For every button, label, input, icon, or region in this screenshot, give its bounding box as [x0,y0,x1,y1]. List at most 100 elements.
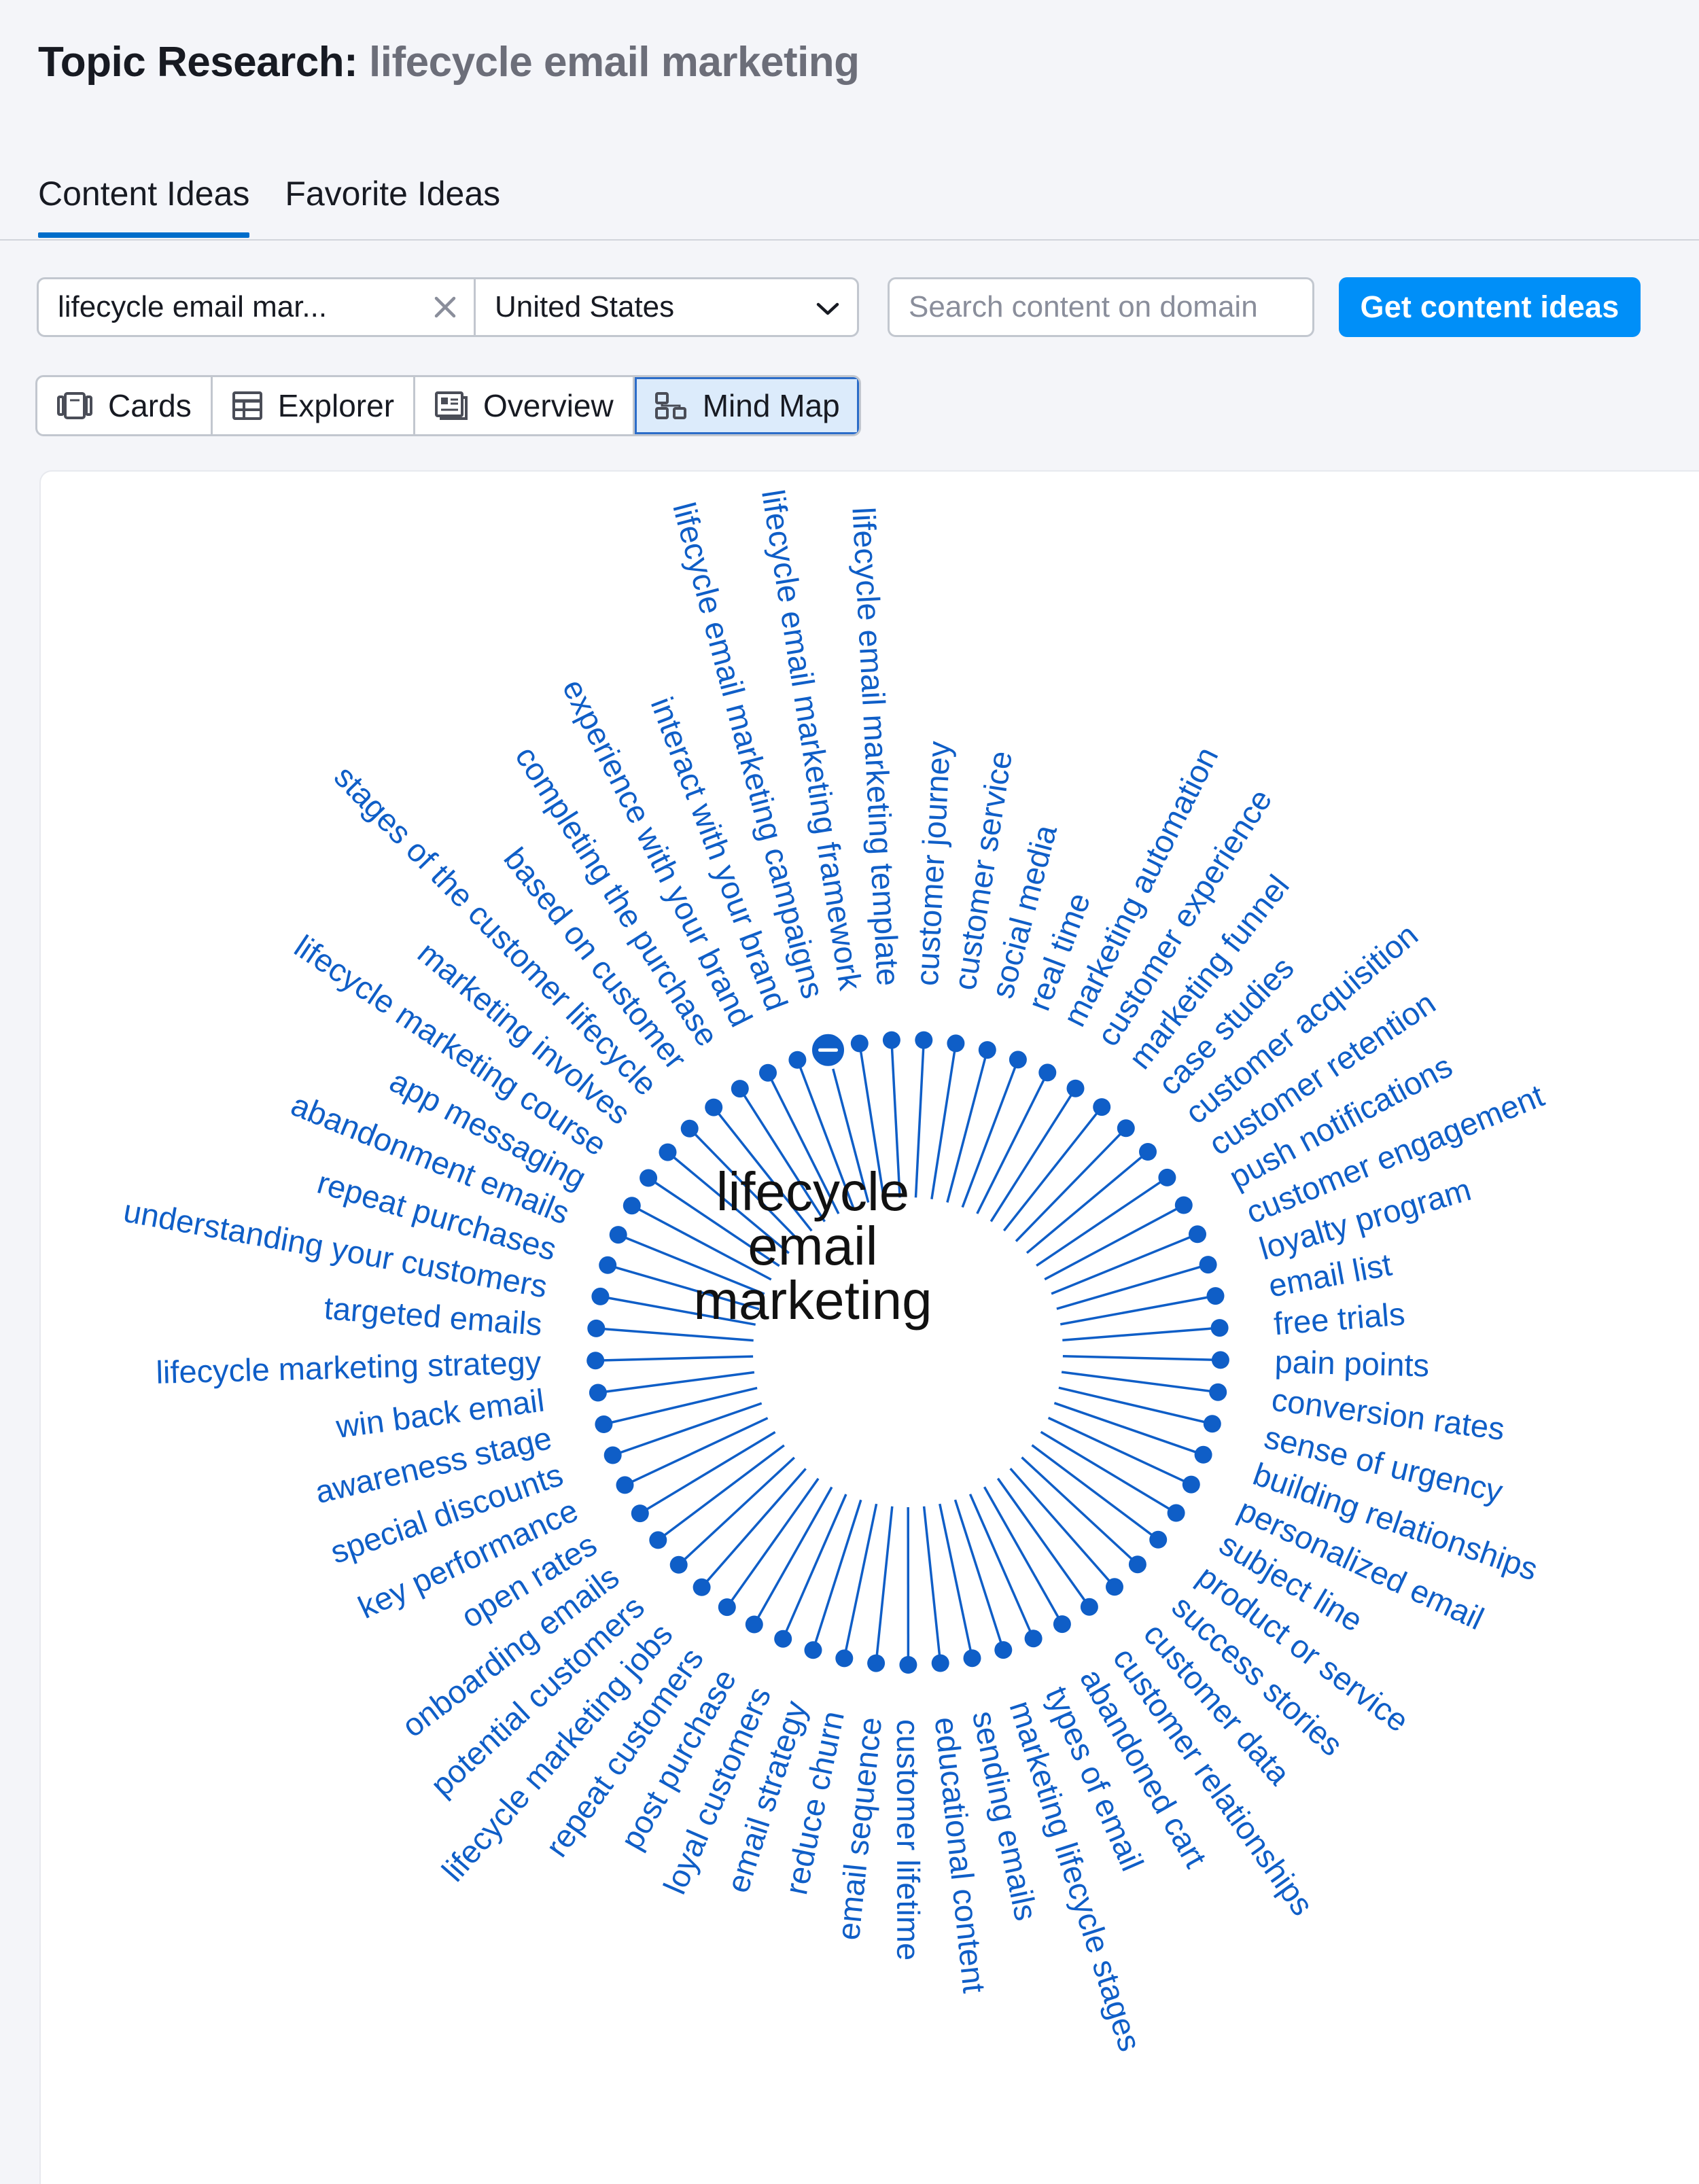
cards-icon [56,391,93,421]
mindmap-node[interactable] [1024,1630,1043,1648]
mindmap-node[interactable] [595,1415,613,1433]
tab-favorite-ideas[interactable]: Favorite Ideas [285,170,500,241]
mindmap-node[interactable] [994,1641,1013,1659]
mindmap-node[interactable] [705,1098,723,1116]
mindmap-node[interactable] [899,1656,917,1674]
mindmap-node[interactable] [1167,1504,1185,1522]
mindmap-node[interactable] [1128,1555,1146,1574]
mindmap-node[interactable] [978,1041,996,1059]
mindmap-node[interactable] [867,1654,886,1672]
mindmap-panel: lifecycle email marketing template custom… [41,472,1699,2184]
mindmap-branch-label[interactable]: free trials [1272,1295,1406,1341]
mindmap-node[interactable] [680,1119,699,1138]
mindmap-node[interactable] [603,1446,622,1464]
mindmap-node[interactable] [1209,1383,1227,1401]
mindmap-node[interactable] [731,1080,749,1098]
mindmap-node[interactable] [623,1197,641,1215]
mindmap-node[interactable] [1210,1319,1229,1337]
mindmap-branch-line [953,1499,1004,1651]
view-overview[interactable]: Overview [415,377,635,434]
tabs-divider [0,239,1699,241]
mindmap-center-topic: lifecycle email marketing [693,1161,932,1331]
mindmap-node[interactable] [1066,1079,1085,1097]
mindmap-branch-line [939,1503,974,1659]
tab-content-ideas[interactable]: Content Ideas [38,170,250,241]
mindmap-node[interactable] [591,1287,610,1305]
mindmap-branch-label[interactable]: customer journey [909,740,957,987]
mindmap-node[interactable] [1194,1445,1212,1464]
country-value: United States [495,290,675,323]
mindmap-node[interactable] [1206,1287,1225,1305]
mindmap-node[interactable] [1139,1143,1157,1161]
mindmap-node[interactable] [774,1630,792,1648]
mindmap-node[interactable] [587,1319,606,1337]
mindmap-node[interactable] [745,1615,763,1634]
topic-input[interactable]: lifecycle email mar... [39,279,426,335]
mindmap-node[interactable] [1189,1225,1206,1244]
mindmap-node[interactable] [589,1384,607,1402]
mindmap-branch-line [843,1503,878,1659]
clear-icon[interactable] [426,288,464,326]
mindmap-node[interactable] [599,1256,617,1274]
mindmap-node[interactable] [1117,1119,1135,1138]
view-cards[interactable]: Cards [37,377,213,434]
mindmap-node[interactable] [1038,1063,1057,1082]
mindmap-node[interactable] [616,1476,634,1494]
mindmap-node[interactable] [609,1226,627,1244]
mindmap-node[interactable] [788,1051,807,1069]
mindmap-node[interactable] [1009,1051,1027,1069]
topic-search-bar: lifecycle email mar... United States [37,277,859,337]
mindmap-node[interactable] [1158,1168,1176,1186]
mindmap-branch-line [875,1506,894,1663]
mindmap-node[interactable] [947,1034,965,1053]
mindmap-branch-line [1058,1386,1213,1426]
mindmap-node[interactable] [649,1531,667,1549]
mindmap-node[interactable] [915,1031,933,1049]
mindmap-branch-label[interactable]: pain points [1274,1343,1430,1384]
mindmap-node[interactable] [1199,1256,1217,1274]
mindmap-node[interactable] [586,1352,605,1370]
mindmap-branch-line [603,1386,758,1426]
view-switcher: Cards Explorer Overview Mind Map [35,375,861,436]
mindmap-branch-line [597,1371,755,1394]
mindmap-node[interactable] [1093,1098,1111,1116]
mindmap-branch-line [922,1506,942,1663]
table-icon [232,391,263,421]
mindmap-branch-label[interactable]: customer lifetime [890,1719,926,1960]
mindmap-node[interactable] [669,1555,688,1574]
view-cards-label: Cards [108,388,192,423]
page-title: Topic Research: lifecycle email marketin… [38,35,860,90]
mindmap-node[interactable] [693,1578,711,1596]
mindmap-branch-line [1053,1402,1204,1456]
mindmap-node[interactable] [1211,1351,1229,1369]
mindmap-node[interactable] [759,1063,777,1082]
mindmap-branch-label[interactable]: stages of the customer lifecycle [328,758,665,1102]
mindmap-node[interactable] [1174,1196,1193,1214]
mindmap-node[interactable] [1080,1598,1098,1616]
tab-bar: Content Ideas Favorite Ideas [38,170,500,241]
domain-search-input[interactable] [888,277,1314,337]
mindmap-node[interactable] [1106,1578,1123,1596]
mindmap-node[interactable] [804,1641,822,1659]
mindmap-branch-line [595,1355,754,1362]
mindmap-node[interactable] [640,1169,658,1187]
mindmap-node[interactable] [1053,1615,1071,1634]
mindmap-node[interactable] [718,1598,736,1617]
mindmap-node[interactable] [631,1504,649,1523]
mindmap-branch-label[interactable]: lifecycle marketing strategy [156,1344,542,1390]
mindmap-node[interactable] [882,1031,900,1049]
mindmap-node[interactable] [1149,1530,1168,1549]
mindmap-node[interactable] [1182,1475,1200,1494]
mindmap-node[interactable] [963,1649,981,1668]
get-content-ideas-button[interactable]: Get content ideas [1339,277,1641,337]
view-explorer[interactable]: Explorer [213,377,416,434]
mindmap-node[interactable] [1203,1415,1221,1433]
mindmap-node[interactable] [931,1654,949,1672]
view-mind-map[interactable]: Mind Map [634,377,859,434]
minus-circle-icon[interactable] [809,1030,847,1070]
page-title-prefix: Topic Research: [38,39,358,86]
mindmap-node[interactable] [835,1649,854,1668]
mindmap-node[interactable] [850,1034,869,1053]
country-select[interactable]: United States [476,279,857,335]
mindmap-node[interactable] [659,1143,677,1161]
